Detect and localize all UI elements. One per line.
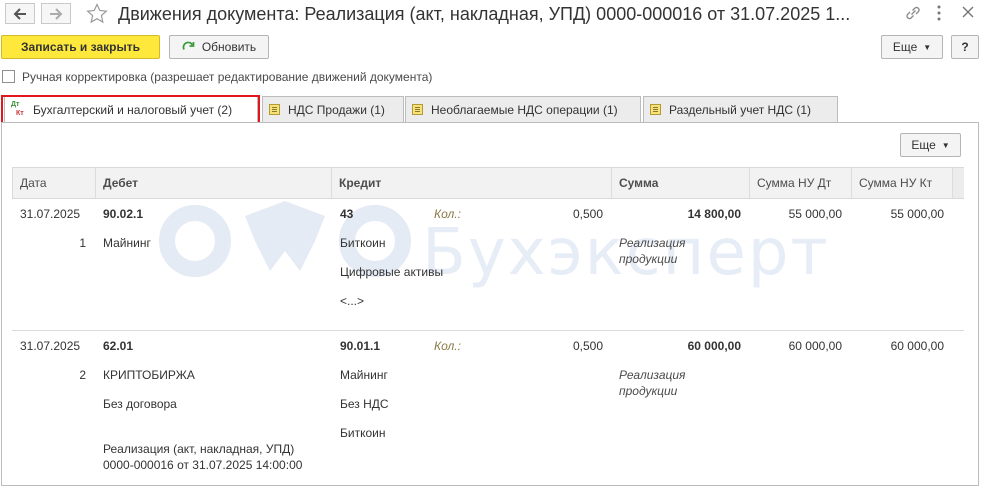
sum-value: 14 800,00 (687, 207, 741, 221)
qty-label: Кол.: (434, 207, 461, 221)
row-number: 2 (79, 368, 86, 382)
more-vertical-icon[interactable] (935, 4, 943, 22)
window-title: Движения документа: Реализация (акт, нак… (118, 4, 851, 24)
refresh-icon (182, 41, 195, 50)
sum-value: 60 000,00 (687, 339, 741, 353)
credit-account: 90.01.1 (340, 339, 381, 353)
debit-account: 62.01 (103, 339, 134, 353)
tab-vat-exempt-label: Необлагаемые НДС операции (1) (431, 102, 618, 117)
credit-subconto: Биткоин (340, 426, 386, 440)
row-number: 1 (79, 236, 86, 250)
debit-subconto: КРИПТОБИРЖА (103, 368, 195, 382)
operation-content: Реализация продукции (619, 368, 686, 398)
nu-dt-value: 60 000,00 (788, 339, 842, 353)
manual-edit-label: Ручная корректировка (разрешает редактир… (22, 70, 433, 84)
tab-vat-separate[interactable]: Раздельный учет НДС (1) (643, 96, 838, 122)
tab-vat-separate-label: Раздельный учет НДС (1) (669, 102, 812, 117)
save-close-button[interactable]: Записать и закрыть (1, 35, 160, 59)
refresh-label: Обновить (201, 40, 257, 54)
debit-subconto: Реализация (акт, накладная, УПД) 0000-00… (103, 442, 303, 472)
panel-more-label: Еще (911, 138, 936, 152)
register-icon (269, 104, 280, 115)
credit-subconto: Биткоин (340, 236, 386, 250)
col-nu-dt[interactable]: Сумма НУ Дт (750, 168, 852, 198)
refresh-button[interactable]: Обновить (169, 35, 269, 59)
tab-vat-exempt[interactable]: Необлагаемые НДС операции (1) (405, 96, 641, 122)
tab-vat-sales-label: НДС Продажи (1) (288, 102, 385, 117)
col-nu-kt[interactable]: Сумма НУ Кт (852, 168, 953, 198)
debit-subconto: Майнинг (103, 236, 151, 250)
col-credit[interactable]: Кредит (332, 168, 612, 198)
chevron-down-icon: ▼ (941, 140, 950, 150)
credit-subconto: Без НДС (340, 397, 389, 411)
back-button[interactable] (5, 3, 35, 24)
nu-kt-value: 55 000,00 (890, 207, 944, 221)
manual-edit-checkbox[interactable] (2, 70, 15, 83)
table-header: Дата Дебет Кредит Сумма Сумма НУ Дт Сумм… (12, 167, 964, 199)
panel-more-button[interactable]: Еще ▼ (900, 133, 961, 157)
save-close-label: Записать и закрыть (21, 40, 140, 54)
credit-account: 43 (340, 207, 354, 221)
operation-content: Реализация продукции (619, 236, 686, 266)
qty-value: 0,500 (572, 207, 603, 221)
register-icon (650, 104, 661, 115)
chevron-down-icon: ▼ (923, 42, 932, 52)
help-label: ? (961, 40, 969, 54)
debit-account: 90.02.1 (103, 207, 144, 221)
register-icon (412, 104, 423, 115)
help-button[interactable]: ? (951, 35, 979, 59)
row-divider (12, 330, 964, 331)
row-date: 31.07.2025 (20, 339, 81, 353)
arrow-right-icon (50, 7, 63, 20)
nu-kt-value: 60 000,00 (890, 339, 944, 353)
more-button[interactable]: Еще ▼ (881, 35, 943, 59)
nu-dt-value: 55 000,00 (788, 207, 842, 221)
link-icon[interactable] (904, 5, 922, 21)
table-scrollbar[interactable] (952, 168, 964, 198)
credit-subconto: <...> (340, 294, 365, 308)
col-date[interactable]: Дата (13, 168, 96, 198)
credit-subconto: Майнинг (340, 368, 388, 382)
qty-label: Кол.: (434, 339, 461, 353)
credit-subconto: Цифровые активы (340, 265, 444, 279)
row-date: 31.07.2025 (20, 207, 81, 221)
tab-vat-sales[interactable]: НДС Продажи (1) (262, 96, 404, 122)
tab-highlight-frame (1, 95, 260, 124)
arrow-left-icon (13, 7, 26, 20)
qty-value: 0,500 (572, 339, 603, 353)
debit-subconto: Без договора (103, 397, 177, 411)
col-sum[interactable]: Сумма (612, 168, 750, 198)
close-icon[interactable] (962, 6, 974, 18)
col-debit[interactable]: Дебет (96, 168, 332, 198)
star-icon[interactable] (86, 3, 108, 24)
more-label: Еще (892, 40, 918, 54)
forward-button[interactable] (41, 3, 71, 24)
